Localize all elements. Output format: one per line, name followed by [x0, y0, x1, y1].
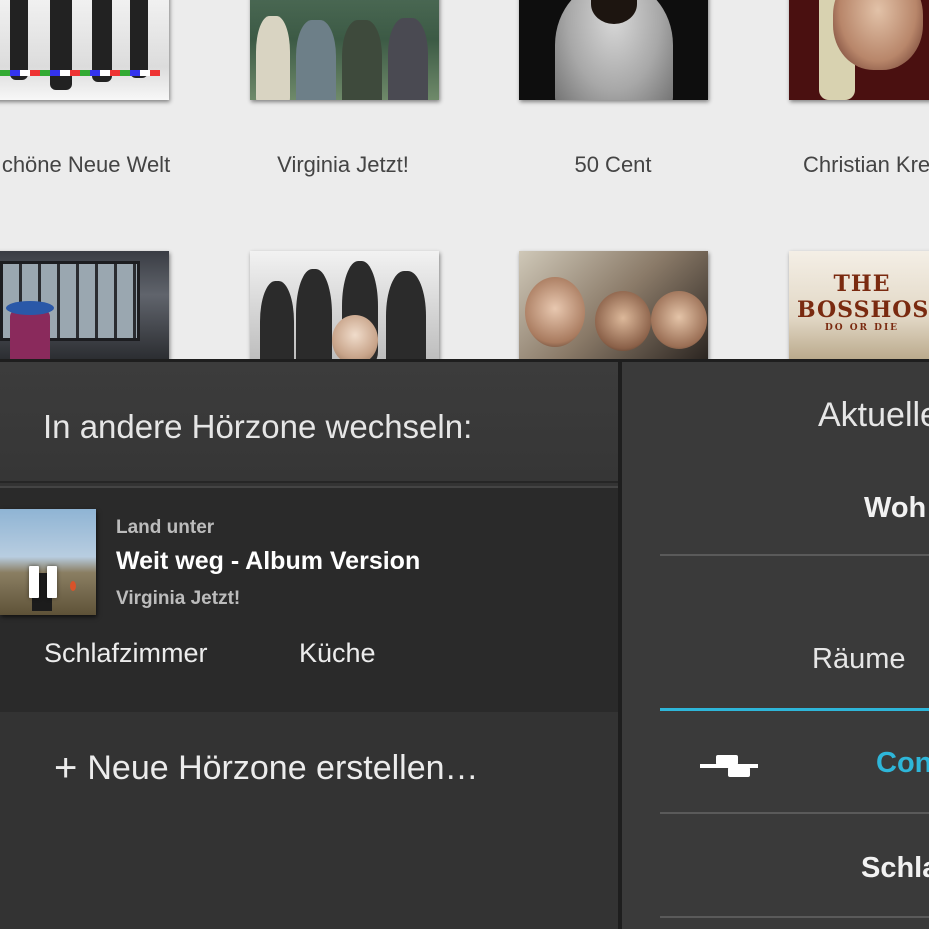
album-logo: THE BOSSHOSS DO OR DIE	[797, 271, 929, 333]
zone-switch-panel: In andere Hörzone wechseln: Land unter W…	[0, 359, 618, 929]
panel-title: Aktuelle	[818, 396, 929, 434]
room-item-active[interactable]: Con	[876, 747, 929, 780]
equalizer-icon[interactable]	[700, 755, 758, 777]
artist-name[interactable]: chöne Neue Welt	[0, 152, 216, 178]
artist-image	[250, 251, 439, 361]
new-zone-button[interactable]: + Neue Hörzone erstellen…	[54, 748, 479, 788]
artist-tile[interactable]	[0, 251, 169, 361]
artist-tile[interactable]	[519, 251, 708, 361]
artist-image	[789, 0, 929, 100]
artist-tile-virginia-jetzt[interactable]	[250, 0, 439, 100]
artist-image	[0, 251, 169, 361]
plus-icon: +	[54, 746, 78, 790]
rooms-header-underline	[660, 708, 929, 711]
album-art: THE BOSSHOSS DO OR DIE	[789, 251, 929, 361]
zone-room-schlafzimmer: Schlafzimmer	[44, 638, 208, 668]
artist-image	[0, 0, 169, 100]
artist-tile-the-bosshoss[interactable]: THE BOSSHOSS DO OR DIE	[789, 251, 929, 361]
current-zone-name[interactable]: Woh	[864, 492, 926, 525]
pause-icon[interactable]	[29, 566, 57, 598]
rooms-header: Räume	[812, 643, 906, 675]
artist-tile-christian-kreuz[interactable]	[789, 0, 929, 100]
divider	[660, 812, 929, 814]
artist-name[interactable]: Christian Kre	[803, 152, 929, 178]
new-zone-label: Neue Hörzone erstellen…	[87, 748, 479, 787]
artist-tile-schoene-neue-welt[interactable]	[0, 0, 169, 100]
artist-name: Virginia Jetzt!	[116, 588, 241, 609]
artist-name[interactable]: 50 Cent	[483, 152, 743, 178]
divider	[660, 554, 929, 556]
artist-tile-50-cent[interactable]	[519, 0, 708, 100]
zone-switch-header: In andere Hörzone wechseln:	[0, 362, 618, 483]
track-title: Weit weg - Album Version	[116, 547, 421, 575]
artist-library-grid: chöne Neue Welt Virginia Jetzt! 50 Cent …	[0, 0, 929, 365]
artist-image	[519, 0, 708, 100]
divider	[660, 916, 929, 918]
zone-room-kueche: Küche	[299, 638, 376, 668]
artist-tile[interactable]	[250, 251, 439, 361]
artist-image	[250, 0, 439, 100]
current-zone-panel: Aktuelle Woh Räume Con Schla	[618, 359, 929, 929]
current-zone-card[interactable]: Land unter Weit weg - Album Version Virg…	[0, 486, 618, 712]
album-title: Land unter	[116, 517, 215, 538]
artist-image	[519, 251, 708, 361]
room-item[interactable]: Schla	[861, 852, 929, 885]
album-cover[interactable]	[0, 509, 96, 615]
artist-name[interactable]: Virginia Jetzt!	[213, 152, 473, 178]
zone-switch-title: In andere Hörzone wechseln:	[43, 408, 473, 445]
